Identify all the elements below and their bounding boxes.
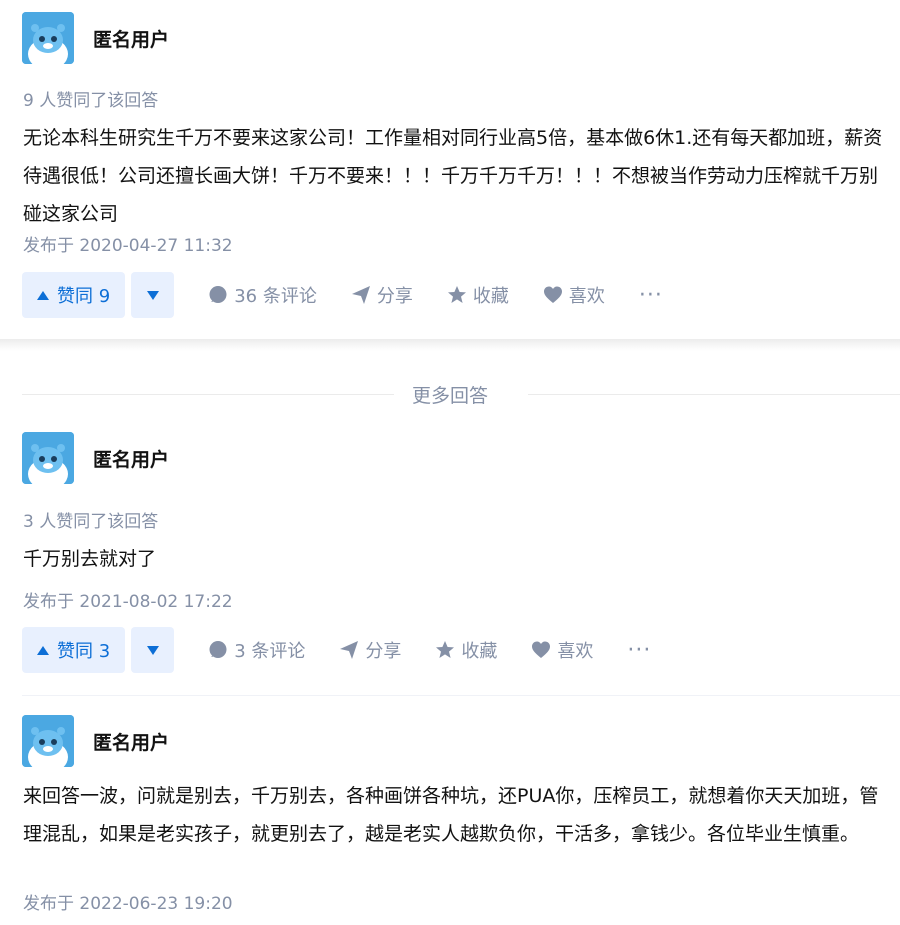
answer-content: 来回答一波，问就是别去，千万别去，各种画饼各种坑，还PUA你，压榨员工，就想着你…: [23, 785, 879, 845]
collect-label: 收藏: [472, 286, 509, 307]
author-block[interactable]: 匿名用户: [22, 715, 169, 767]
vote-down-button[interactable]: [131, 627, 175, 673]
vote-down-icon: [146, 645, 159, 655]
comment-label: 3 条评论: [234, 641, 306, 662]
vote-up-label: 赞同 9: [57, 286, 111, 307]
share-icon: [340, 641, 359, 659]
author-name[interactable]: 匿名用户: [93, 728, 169, 755]
heart-icon: [532, 641, 551, 658]
vote-down-button[interactable]: [131, 272, 175, 318]
comment-button[interactable]: 3 条评论: [208, 637, 305, 663]
avatar-icon[interactable]: [22, 12, 74, 64]
comment-button[interactable]: 36 条评论: [208, 282, 317, 308]
vote-up-button[interactable]: 赞同 3: [22, 627, 126, 673]
more-answers-label: 更多回答: [411, 385, 488, 407]
more-answers-header: 更多回答: [0, 375, 900, 415]
author-name[interactable]: 匿名用户: [93, 25, 169, 52]
like-button[interactable]: 喜欢: [543, 282, 605, 308]
share-icon: [351, 286, 370, 304]
share-label: 分享: [376, 286, 413, 307]
answer-separator: [22, 695, 900, 696]
more-icon[interactable]: ···: [627, 638, 651, 663]
author-name[interactable]: 匿名用户: [93, 445, 169, 472]
publish-time[interactable]: 发布于 2020-04-27 11:32: [23, 231, 233, 256]
publish-time[interactable]: 发布于 2022-06-23 19:20: [23, 889, 233, 914]
vote-up-icon: [37, 290, 49, 300]
author-block[interactable]: 匿名用户: [22, 12, 169, 64]
collect-button[interactable]: 收藏: [435, 637, 497, 663]
section-divider: [0, 339, 900, 351]
action-bar: 赞同 9 36 条评论 分享 收藏 喜欢 ···: [22, 272, 663, 318]
answer-content: 无论本科生研究生千万不要来这家公司！工作量相对同行业高5倍，基本做6休1.还有每…: [23, 127, 883, 225]
share-button[interactable]: 分享: [351, 282, 413, 308]
publish-time[interactable]: 发布于 2021-08-02 17:22: [23, 587, 233, 612]
vote-info: 9 人赞同了该回答: [23, 91, 159, 111]
collect-button[interactable]: 收藏: [447, 282, 509, 308]
star-icon: [447, 286, 466, 303]
more-icon[interactable]: ···: [639, 283, 663, 308]
comment-icon: [209, 641, 227, 658]
comment-label: 36 条评论: [234, 286, 317, 307]
answer-content: 千万别去就对了: [23, 548, 157, 570]
vote-down-icon: [146, 290, 159, 300]
vote-up-icon: [37, 645, 49, 655]
vote-up-label: 赞同 3: [57, 641, 111, 662]
share-label: 分享: [365, 641, 402, 662]
share-button[interactable]: 分享: [339, 637, 401, 663]
vote-up-button[interactable]: 赞同 9: [22, 272, 126, 318]
heart-icon: [543, 286, 562, 303]
like-label: 喜欢: [568, 286, 605, 307]
vote-info: 3 人赞同了该回答: [23, 512, 159, 532]
avatar-icon[interactable]: [22, 715, 74, 767]
star-icon: [436, 641, 455, 658]
author-block[interactable]: 匿名用户: [22, 432, 169, 484]
comment-icon: [209, 286, 227, 303]
collect-label: 收藏: [461, 641, 498, 662]
avatar-icon[interactable]: [22, 432, 74, 484]
action-bar: 赞同 3 3 条评论 分享 收藏 喜欢 ···: [22, 627, 651, 673]
like-label: 喜欢: [557, 641, 594, 662]
like-button[interactable]: 喜欢: [531, 637, 593, 663]
